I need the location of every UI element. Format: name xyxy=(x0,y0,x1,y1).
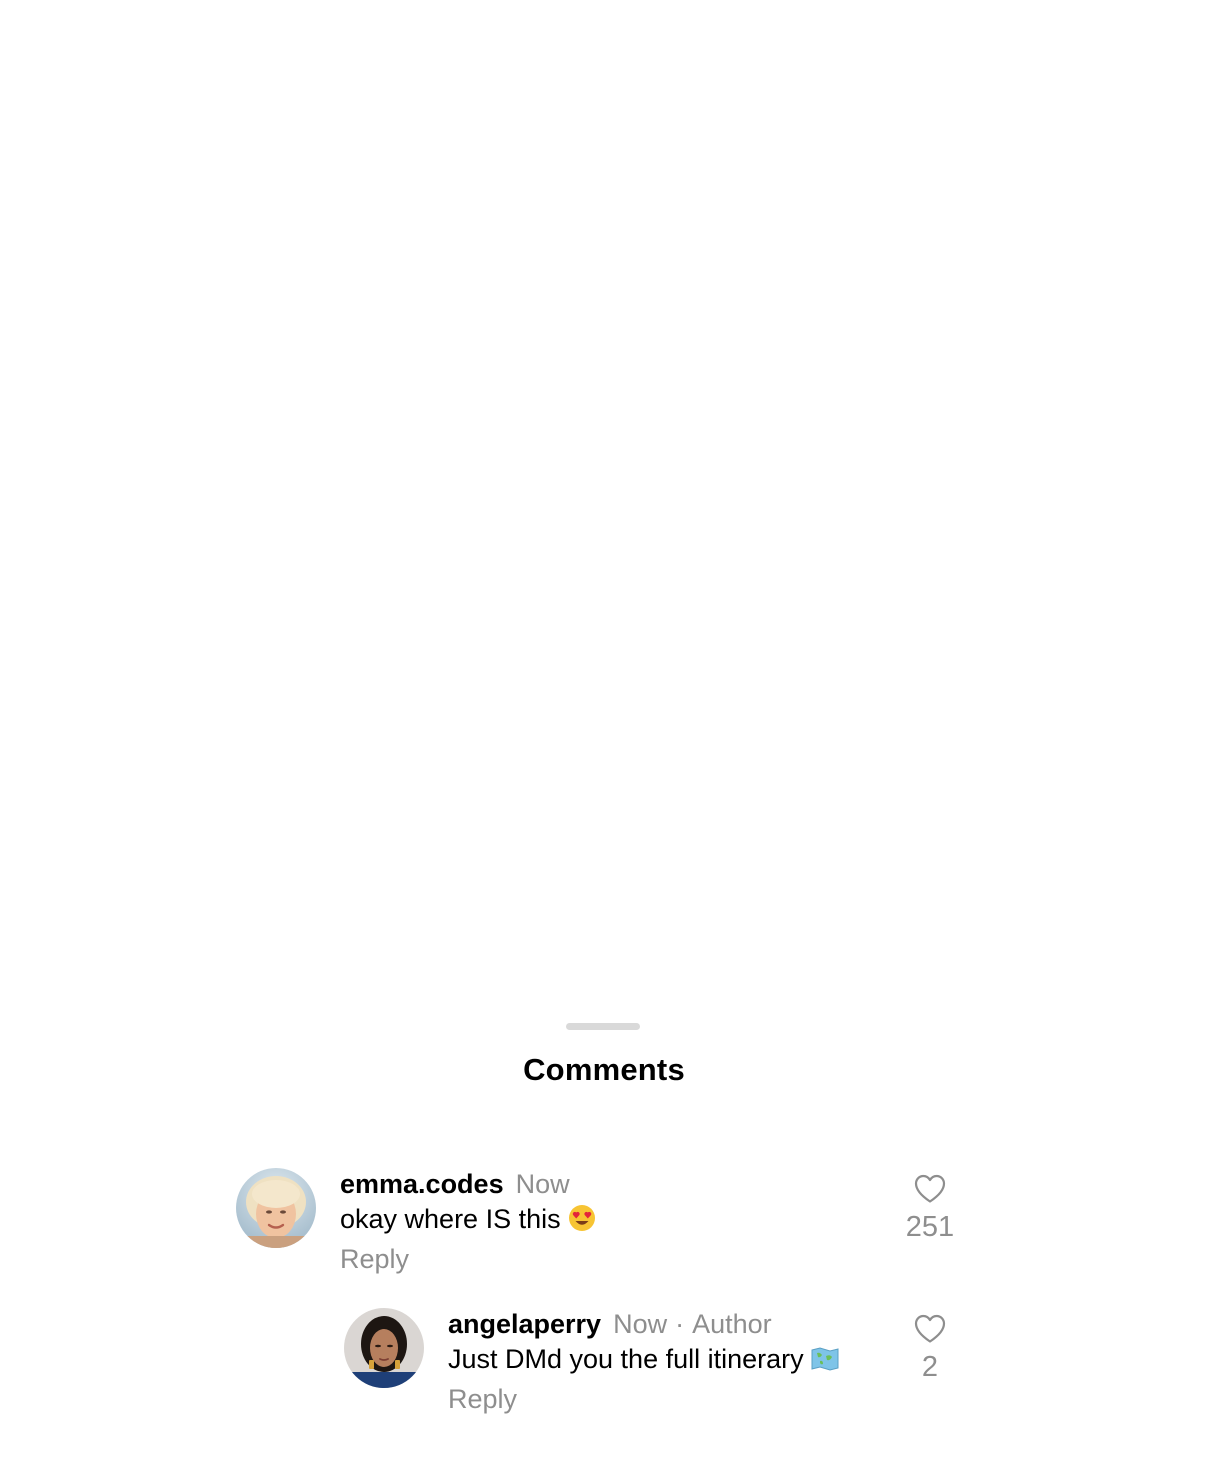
avatar-photo xyxy=(236,1168,316,1248)
comment-text-content: okay where IS this xyxy=(340,1204,561,1234)
comment-text: okay where IS this xyxy=(340,1201,860,1241)
reply-button[interactable]: Reply xyxy=(340,1241,860,1277)
comment-like: 2 xyxy=(900,1314,960,1384)
page: Comments emma.codes Now okay where IS th… xyxy=(0,0,1208,1484)
comment-header: angelaperry Now · Author xyxy=(448,1307,868,1341)
sheet-title: Comments xyxy=(523,1052,685,1087)
meta-separator: · xyxy=(675,1309,685,1339)
reply-button[interactable]: Reply xyxy=(448,1381,868,1417)
like-count: 2 xyxy=(921,1351,939,1383)
comment-header: emma.codes Now xyxy=(340,1167,860,1201)
heart-eyes-emoji-icon xyxy=(568,1204,596,1241)
comment-text-content: Just DMd you the full itinerary xyxy=(448,1344,804,1374)
like-count: 251 xyxy=(905,1211,955,1243)
comment-username[interactable]: angelaperry xyxy=(448,1309,601,1339)
comment-text: Just DMd you the full itinerary xyxy=(448,1341,868,1381)
heart-icon[interactable] xyxy=(914,1174,946,1204)
comment-time: Now xyxy=(515,1169,570,1199)
content-backdrop xyxy=(0,0,1208,1000)
comment-username[interactable]: emma.codes xyxy=(340,1169,504,1199)
comment-like: 251 xyxy=(900,1174,960,1244)
world-map-emoji-icon xyxy=(811,1345,839,1381)
comment-time: Now xyxy=(613,1309,668,1339)
sheet-grabber-handle[interactable] xyxy=(566,1023,640,1030)
heart-icon[interactable] xyxy=(914,1314,946,1344)
avatar-photo xyxy=(344,1308,424,1388)
avatar[interactable] xyxy=(236,1168,316,1248)
comment-body: angelaperry Now · Author Just DMd you the f… xyxy=(448,1307,868,1417)
comments-sheet: Comments emma.codes Now okay where IS th… xyxy=(0,1000,1208,1484)
avatar[interactable] xyxy=(344,1308,424,1388)
author-badge: Author xyxy=(692,1309,772,1339)
comment-body: emma.codes Now okay where IS this Reply xyxy=(340,1167,860,1277)
